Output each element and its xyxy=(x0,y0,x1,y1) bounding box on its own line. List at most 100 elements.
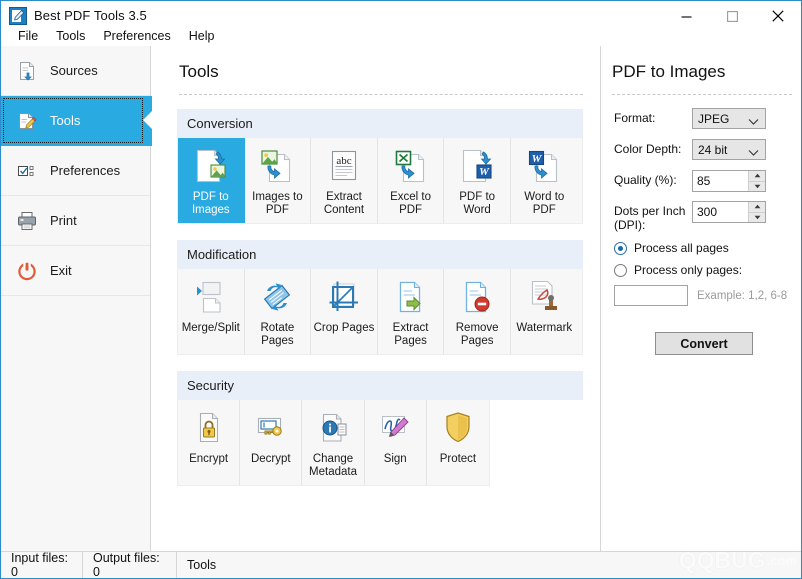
convert-button[interactable]: Convert xyxy=(655,332,753,355)
stepper-down-icon[interactable] xyxy=(749,213,765,223)
menu-bar: File Tools Preferences Help xyxy=(1,27,801,46)
tool-decrypt[interactable]: Decrypt xyxy=(240,400,302,485)
pages-range-row: Example: 1,2, 6-8 xyxy=(614,285,794,306)
stepper-down-icon[interactable] xyxy=(749,182,765,192)
extract-pages-icon xyxy=(392,277,430,317)
menu-item-file[interactable]: File xyxy=(9,27,47,46)
menu-item-tools[interactable]: Tools xyxy=(47,27,94,46)
tool-label: Change Metadata xyxy=(304,453,361,479)
main-area: Sources Tools xyxy=(1,46,801,551)
power-icon xyxy=(15,259,39,283)
tool-rotate-pages[interactable]: Rotate Pages xyxy=(245,269,312,354)
tool-sign[interactable]: Sign xyxy=(365,400,427,485)
app-icon xyxy=(9,7,27,25)
color-depth-value: 24 bit xyxy=(698,143,727,157)
dpi-stepper[interactable]: 300 xyxy=(692,201,766,223)
quality-value: 85 xyxy=(693,171,748,191)
svg-text:W: W xyxy=(479,166,490,178)
tool-images-to-pdf[interactable]: Images to PDF xyxy=(245,138,312,223)
tool-sections: Conversion xyxy=(177,109,583,486)
format-label: Format: xyxy=(614,108,692,125)
word-to-pdf-icon: W xyxy=(525,146,563,186)
shield-icon xyxy=(439,408,477,448)
sidebar-item-exit[interactable]: Exit xyxy=(1,246,150,296)
radio-process-all-pages[interactable]: Process all pages xyxy=(614,241,794,255)
color-depth-select[interactable]: 24 bit xyxy=(692,139,766,160)
tool-crop-pages[interactable]: Crop Pages xyxy=(311,269,378,354)
tool-row-security: Encrypt xyxy=(177,400,490,486)
merge-split-icon xyxy=(192,277,230,317)
dpi-label: Dots per Inch (DPI): xyxy=(614,201,692,232)
tool-label: Remove Pages xyxy=(446,322,508,348)
radio-process-only-pages[interactable]: Process only pages: xyxy=(614,263,794,277)
radio-label: Process only pages: xyxy=(634,263,742,277)
tool-label: Crop Pages xyxy=(314,322,375,335)
quality-stepper[interactable]: 85 xyxy=(692,170,766,192)
section-header-security: Security xyxy=(177,371,583,400)
lock-document-icon xyxy=(190,408,228,448)
sidebar-item-preferences[interactable]: Preferences xyxy=(1,146,150,196)
tool-pdf-to-images[interactable]: PDF to Images xyxy=(178,138,245,223)
tool-protect[interactable]: Protect xyxy=(427,400,489,485)
dpi-stepper-buttons[interactable] xyxy=(748,202,765,222)
sidebar-item-tools[interactable]: Tools xyxy=(1,96,152,146)
tool-change-metadata[interactable]: Change Metadata xyxy=(302,400,364,485)
tool-label: Decrypt xyxy=(251,453,291,466)
tools-pane: Tools Conversion xyxy=(152,46,601,551)
section-gap xyxy=(177,355,583,371)
section-header-conversion: Conversion xyxy=(177,109,583,138)
sidebar-item-label: Tools xyxy=(50,113,80,128)
close-icon xyxy=(772,10,784,22)
key-unlock-icon xyxy=(252,408,290,448)
tool-excel-to-pdf[interactable]: Excel to PDF xyxy=(378,138,445,223)
document-pencil-icon xyxy=(15,109,39,133)
pages-range-hint: Example: 1,2, 6-8 xyxy=(697,290,787,302)
stepper-up-icon[interactable] xyxy=(749,171,765,182)
field-format: Format: JPEG xyxy=(614,108,794,130)
options-panel-title: PDF to Images xyxy=(612,62,725,82)
tool-pdf-to-word[interactable]: W PDF to Word xyxy=(444,138,511,223)
tool-watermark[interactable]: Watermark xyxy=(511,269,578,354)
page-title: Tools xyxy=(179,62,219,82)
format-value: JPEG xyxy=(698,112,729,126)
quality-stepper-buttons[interactable] xyxy=(748,171,765,191)
window-title: Best PDF Tools 3.5 xyxy=(34,7,147,25)
sidebar-filler xyxy=(1,296,150,551)
tool-label: Extract Pages xyxy=(380,322,442,348)
convert-button-row: Convert xyxy=(614,332,794,355)
tool-extract-pages[interactable]: Extract Pages xyxy=(378,269,445,354)
field-color-depth: Color Depth: 24 bit xyxy=(614,139,794,161)
options-title-divider xyxy=(612,94,792,95)
tool-label: Extract Content xyxy=(313,191,375,217)
maximize-icon xyxy=(727,11,738,22)
sidebar-item-sources[interactable]: Sources xyxy=(1,46,150,96)
rotate-pages-icon xyxy=(258,277,296,317)
sidebar-item-print[interactable]: Print xyxy=(1,196,150,246)
tool-label: PDF to Word xyxy=(446,191,508,217)
tool-encrypt[interactable]: Encrypt xyxy=(178,400,240,485)
section-gap xyxy=(177,224,583,240)
tool-label: Word to PDF xyxy=(513,191,575,217)
menu-item-preferences[interactable]: Preferences xyxy=(94,27,179,46)
tool-remove-pages[interactable]: Remove Pages xyxy=(444,269,511,354)
images-to-pdf-icon xyxy=(258,146,296,186)
sidebar-item-label: Exit xyxy=(50,263,72,278)
chevron-down-icon xyxy=(748,146,759,160)
radio-label: Process all pages xyxy=(634,241,729,255)
tool-row-conversion: PDF to Images xyxy=(177,138,583,224)
watermark-icon xyxy=(525,277,563,317)
stepper-up-icon[interactable] xyxy=(749,202,765,213)
signature-icon xyxy=(376,408,414,448)
tool-word-to-pdf[interactable]: W Word to PDF xyxy=(511,138,578,223)
section-header-modification: Modification xyxy=(177,240,583,269)
pages-range-input[interactable] xyxy=(614,285,688,306)
format-select[interactable]: JPEG xyxy=(692,108,766,129)
options-panel: PDF to Images Format: JPEG xyxy=(602,46,801,551)
radio-button-icon[interactable] xyxy=(614,264,627,277)
tool-merge-split[interactable]: Merge/Split xyxy=(178,269,245,354)
radio-button-icon[interactable] xyxy=(614,242,627,255)
pdf-to-images-icon xyxy=(192,146,230,186)
menu-item-help[interactable]: Help xyxy=(180,27,224,46)
tool-extract-content[interactable]: abc Extract Content xyxy=(311,138,378,223)
sidebar: Sources Tools xyxy=(1,46,151,551)
